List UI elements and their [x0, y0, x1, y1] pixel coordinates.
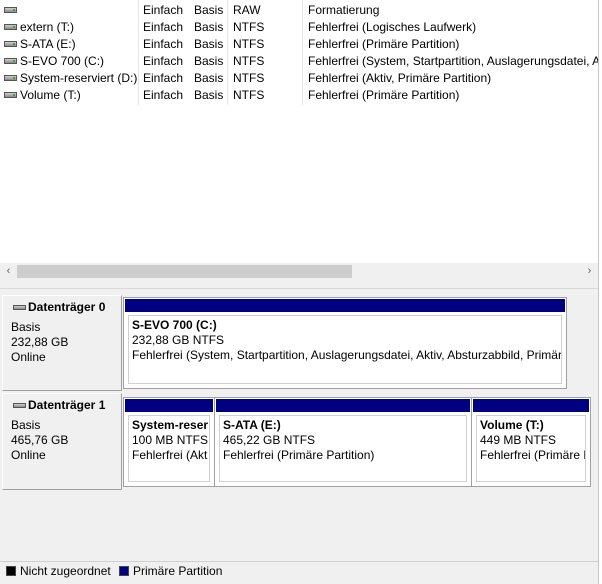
partition-system-reserviert[interactable]: System-reser 100 MB NTFS Fehlerfrei (Akt [124, 398, 215, 486]
volume-status: Fehlerfrei (Primäre Partition) [308, 37, 460, 51]
volume-status: Fehlerfrei (Logisches Laufwerk) [308, 20, 477, 34]
partition-name: S-ATA (E:) [223, 418, 281, 432]
primary-partition-swatch [119, 566, 129, 576]
drive-icon [4, 41, 17, 47]
volume-row[interactable]: Einfach Basis RAW Formatierung [0, 2, 598, 19]
volume-layout: Einfach [143, 20, 184, 34]
volume-status: Formatierung [308, 3, 380, 17]
drive-icon [4, 75, 17, 81]
volume-row[interactable]: S-EVO 700 (C:) Einfach Basis NTFS Fehler… [0, 53, 598, 70]
drive-icon [4, 58, 17, 64]
volume-layout: Einfach [143, 54, 184, 68]
primary-partition-bar [125, 399, 213, 412]
volume-layout: Einfach [143, 37, 184, 51]
scroll-left-icon[interactable]: ‹ [0, 263, 17, 280]
partition-size: 465,22 GB NTFS [223, 433, 316, 447]
disk-0-label[interactable]: Datenträger 0 Basis 232,88 GB Online [2, 295, 122, 391]
legend-unallocated: Nicht zugeordnet [20, 564, 111, 578]
volume-layout: Einfach [143, 88, 184, 102]
partition-name: Volume (T:) [480, 418, 544, 432]
volume-name: S-EVO 700 (C:) [20, 54, 105, 68]
volume-filesystem: NTFS [233, 88, 265, 102]
partition-status: Fehlerfrei (Primäre Partition) [223, 448, 375, 462]
disk-size: 465,76 GB [11, 433, 69, 447]
disk-type: Basis [11, 418, 41, 432]
volume-filesystem: NTFS [233, 37, 265, 51]
legend-primary-partition: Primäre Partition [133, 564, 223, 578]
drive-icon [4, 24, 17, 30]
drive-icon [4, 7, 17, 13]
partition-size: 449 MB NTFS [480, 433, 557, 447]
disk-0-map: S-EVO 700 (C:) 232,88 GB NTFS Fehlerfrei… [123, 297, 567, 389]
volume-type: Basis [194, 20, 224, 34]
partition-size: 232,88 GB NTFS [132, 333, 225, 347]
volume-type: Basis [194, 3, 224, 17]
volume-filesystem: NTFS [233, 54, 265, 68]
legend: Nicht zugeordnet Primäre Partition [0, 561, 598, 582]
partition-volume[interactable]: Volume (T:) 449 MB NTFS Fehlerfrei (Prim… [472, 398, 590, 486]
volume-status: Fehlerfrei (Primäre Partition) [308, 88, 460, 102]
vertical-scrollbar-edge[interactable] [598, 0, 602, 584]
volume-type: Basis [194, 54, 224, 68]
primary-partition-bar [473, 399, 589, 412]
disk-graphical-view: Datenträger 0 Basis 232,88 GB Online S-E… [0, 289, 598, 559]
volume-filesystem: NTFS [233, 20, 265, 34]
disk-1-label[interactable]: Datenträger 1 Basis 465,76 GB Online [2, 393, 122, 490]
volume-row[interactable]: Volume (T:) Einfach Basis NTFS Fehlerfre… [0, 87, 598, 104]
partition-s-ata[interactable]: S-ATA (E:) 465,22 GB NTFS Fehlerfrei (Pr… [215, 398, 472, 486]
scrollbar-thumb[interactable] [17, 265, 352, 278]
disk-state: Online [11, 448, 46, 462]
disk-size: 232,88 GB [11, 335, 69, 349]
volume-layout: Einfach [143, 71, 184, 85]
partition-size: 100 MB NTFS [132, 433, 209, 447]
horizontal-scrollbar[interactable]: ‹ › [0, 263, 598, 280]
volume-status: Fehlerfrei (Aktiv, Primäre Partition) [308, 71, 492, 85]
partition-s-evo-700[interactable]: S-EVO 700 (C:) 232,88 GB NTFS Fehlerfrei… [124, 298, 566, 388]
partition-name: System-reser [132, 418, 209, 432]
pane-splitter[interactable] [0, 280, 598, 289]
partition-name: S-EVO 700 (C:) [132, 318, 217, 332]
volume-list[interactable]: Einfach Basis RAW Formatierung extern (T… [0, 0, 598, 263]
primary-partition-bar [125, 299, 565, 312]
volume-filesystem: RAW [233, 3, 261, 17]
volume-row[interactable]: extern (T:) Einfach Basis NTFS Fehlerfre… [0, 19, 598, 36]
volume-type: Basis [194, 88, 224, 102]
disk-state: Online [11, 350, 46, 364]
volume-row[interactable]: S-ATA (E:) Einfach Basis NTFS Fehlerfrei… [0, 36, 598, 53]
disk-type: Basis [11, 320, 41, 334]
volume-layout: Einfach [143, 3, 184, 17]
volume-type: Basis [194, 71, 224, 85]
partition-status: Fehlerfrei (Primäre P [480, 448, 586, 462]
disk-title: Datenträger 1 [28, 398, 106, 412]
volume-filesystem: NTFS [233, 71, 265, 85]
disk-1-map: System-reser 100 MB NTFS Fehlerfrei (Akt… [123, 397, 591, 487]
scroll-right-icon[interactable]: › [581, 263, 598, 280]
volume-name: Volume (T:) [20, 88, 81, 102]
volume-type: Basis [194, 37, 224, 51]
disk-title: Datenträger 0 [28, 300, 106, 314]
volume-name: System-reserviert (D:) [20, 71, 138, 85]
unallocated-swatch [6, 566, 16, 576]
volume-row[interactable]: System-reserviert (D:) Einfach Basis NTF… [0, 70, 598, 87]
partition-status: Fehlerfrei (System, Startpartition, Ausl… [132, 348, 562, 362]
primary-partition-bar [216, 399, 470, 412]
volume-status: Fehlerfrei (System, Startpartition, Ausl… [308, 54, 598, 68]
drive-icon [4, 92, 17, 98]
volume-name: extern (T:) [20, 20, 75, 34]
volume-name: S-ATA (E:) [20, 37, 76, 51]
partition-status: Fehlerfrei (Akt [132, 448, 208, 462]
